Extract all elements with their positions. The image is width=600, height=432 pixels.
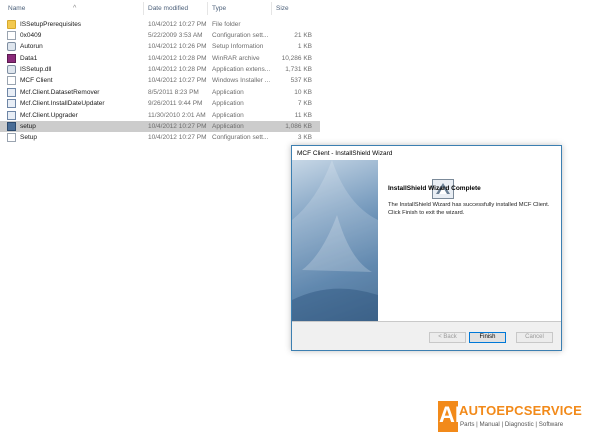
file-name: ISSetupPrerequisites — [20, 21, 82, 28]
file-row[interactable]: Setup 10/4/2012 10:27 PM Configuration s… — [0, 132, 320, 143]
column-header-size[interactable]: Size — [276, 5, 289, 12]
dialog-divider — [292, 321, 561, 322]
file-type: Windows Installer ... — [212, 77, 271, 84]
file-size: 3 KB — [297, 134, 312, 141]
brand-mark: AE — [438, 401, 470, 432]
column-header-name[interactable]: Name — [8, 5, 25, 12]
file-type: Configuration sett... — [212, 134, 269, 141]
sort-ascending-icon: ^ — [73, 5, 77, 12]
sail-artwork-icon — [292, 160, 378, 321]
file-size: 21 KB — [294, 32, 312, 39]
config-file-icon — [7, 31, 16, 40]
file-row[interactable]: ISSetupPrerequisites 10/4/2012 10:27 PM … — [0, 19, 320, 30]
finish-button[interactable]: Finish — [469, 332, 506, 343]
installshield-wizard-dialog: MCF Client - InstallShield Wizard Instal… — [291, 145, 562, 351]
file-size: 537 KB — [290, 77, 312, 84]
column-divider[interactable] — [143, 2, 144, 15]
file-row[interactable]: 0x0409 5/22/2009 3:53 AM Configuration s… — [0, 30, 320, 41]
application-icon — [7, 99, 16, 108]
file-size: 11 KB — [294, 112, 312, 119]
file-row[interactable]: Mcf.Client.Upgrader 11/30/2010 2:01 AM A… — [0, 110, 320, 121]
file-name: Mcf.Client.DatasetRemover — [20, 89, 100, 96]
dll-file-icon — [7, 65, 16, 74]
brand-name: AUTOEPCSERVICE — [459, 403, 582, 418]
application-icon — [7, 111, 16, 120]
file-type: Configuration sett... — [212, 32, 269, 39]
file-row[interactable]: Data1 10/4/2012 10:28 PM WinRAR archive … — [0, 53, 320, 64]
file-date: 10/4/2012 10:27 PM — [148, 77, 207, 84]
column-divider[interactable] — [207, 2, 208, 15]
file-date: 10/4/2012 10:27 PM — [148, 134, 207, 141]
file-size: 10,286 KB — [281, 55, 312, 62]
file-name: Mcf.Client.InstallDateUpdater — [20, 100, 105, 107]
column-header-row: ^ Name Date modified Type Size — [0, 0, 320, 16]
file-date: 9/26/2011 9:44 PM — [148, 100, 203, 107]
file-type: File folder — [212, 21, 241, 28]
file-size: 7 KB — [297, 100, 312, 107]
watermark-logo: AE AUTOEPCSERVICE Parts | Manual | Diagn… — [438, 401, 600, 432]
file-type: Application — [212, 89, 244, 96]
wizard-content: InstallShield Wizard Complete The Instal… — [378, 160, 561, 321]
brand-tagline: Parts | Manual | Diagnostic | Software — [460, 421, 564, 428]
file-date: 8/5/2011 8:23 PM — [148, 89, 199, 96]
column-header-date[interactable]: Date modified — [148, 5, 188, 12]
file-row[interactable]: Autorun 10/4/2012 10:26 PM Setup Informa… — [0, 41, 320, 52]
file-row[interactable]: ISSetup.dll 10/4/2012 10:28 PM Applicati… — [0, 64, 320, 75]
back-button[interactable]: < Back — [429, 332, 466, 343]
file-type: Setup Information — [212, 43, 264, 50]
file-explorer: ^ Name Date modified Type Size ISSetupPr… — [0, 0, 600, 150]
file-name: MCF Client — [20, 77, 53, 84]
file-date: 10/4/2012 10:27 PM — [148, 123, 207, 130]
winrar-archive-icon — [7, 54, 16, 63]
file-date: 10/4/2012 10:26 PM — [148, 43, 207, 50]
file-size: 1,731 KB — [285, 66, 312, 73]
file-size: 10 KB — [294, 89, 312, 96]
file-name: Data1 — [20, 55, 38, 62]
config-file-icon — [7, 133, 16, 142]
dialog-title: MCF Client - InstallShield Wizard — [297, 150, 393, 157]
file-date: 10/4/2012 10:27 PM — [148, 21, 207, 28]
application-icon — [7, 88, 16, 97]
setup-application-icon — [7, 122, 16, 131]
file-type: Application extens... — [212, 66, 271, 73]
folder-icon — [7, 20, 16, 29]
file-type: Application — [212, 112, 244, 119]
cancel-button[interactable]: Cancel — [516, 332, 553, 343]
file-type: Application — [212, 100, 244, 107]
file-name: Setup — [20, 134, 37, 141]
file-name: Mcf.Client.Upgrader — [20, 112, 78, 119]
file-row-selected[interactable]: setup 10/4/2012 10:27 PM Application 1,0… — [0, 121, 320, 132]
file-date: 11/30/2010 2:01 AM — [148, 112, 206, 119]
file-name: setup — [20, 123, 36, 130]
file-date: 5/22/2009 3:53 AM — [148, 32, 203, 39]
file-row[interactable]: MCF Client 10/4/2012 10:27 PM Windows In… — [0, 75, 320, 86]
column-header-type[interactable]: Type — [212, 5, 226, 12]
column-divider[interactable] — [271, 2, 272, 15]
file-name: 0x0409 — [20, 32, 42, 39]
file-name: Autorun — [20, 43, 43, 50]
file-size: 1 KB — [297, 43, 312, 50]
wizard-heading: InstallShield Wizard Complete — [388, 185, 481, 192]
file-name: ISSetup.dll — [20, 66, 52, 73]
file-date: 10/4/2012 10:28 PM — [148, 66, 207, 73]
file-row[interactable]: Mcf.Client.InstallDateUpdater 9/26/2011 … — [0, 98, 320, 109]
file-size: 1,086 KB — [285, 123, 312, 130]
installer-package-icon — [7, 76, 16, 85]
wizard-message: The InstallShield Wizard has successfull… — [388, 202, 550, 216]
wizard-side-banner — [292, 160, 378, 321]
file-date: 10/4/2012 10:28 PM — [148, 55, 207, 62]
dialog-title-bar[interactable]: MCF Client - InstallShield Wizard — [292, 146, 561, 160]
setup-info-icon — [7, 42, 16, 51]
file-row[interactable]: Mcf.Client.DatasetRemover 8/5/2011 8:23 … — [0, 87, 320, 98]
file-type: WinRAR archive — [212, 55, 260, 62]
file-type: Application — [212, 123, 244, 130]
